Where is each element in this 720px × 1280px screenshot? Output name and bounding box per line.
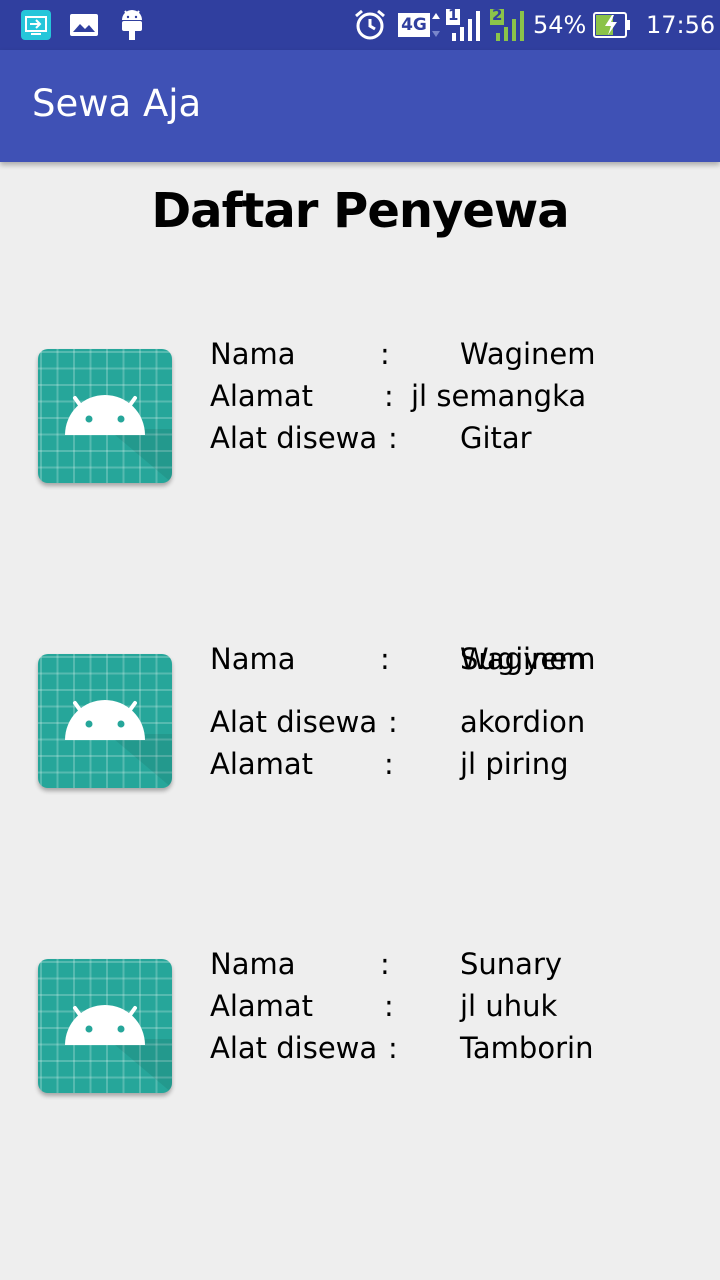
app-title: Sewa Aja: [32, 82, 202, 125]
battery-percent: 54%: [533, 11, 587, 39]
gallery-icon: [68, 0, 100, 50]
rented-item-value: akordion: [460, 705, 586, 739]
android-app-icon: [38, 349, 172, 483]
battery-charging-icon: [592, 0, 632, 50]
address-value: jl uhuk: [460, 989, 558, 1023]
address-label: Alamat: [210, 747, 314, 781]
address-separator: :: [384, 379, 394, 413]
rented-item-label: Alat disewa: [210, 421, 378, 455]
rented-item-separator: :: [388, 1031, 398, 1065]
rented-item-label: Alat disewa: [210, 705, 378, 739]
address-label: Alamat: [210, 989, 314, 1023]
list-item[interactable]: Nama : Waginem Sugiyem Alat disewa : ako…: [0, 640, 720, 790]
name-value: Sunary: [460, 947, 563, 981]
clock: 17:56: [646, 11, 716, 39]
address-separator: :: [384, 989, 394, 1023]
address-label: Alamat: [210, 379, 314, 413]
sim2-label: 2: [492, 6, 503, 24]
name-label: Nama: [210, 337, 296, 371]
address-value: jl semangka: [411, 379, 587, 413]
android-debug-icon: [118, 0, 146, 50]
app-bar: Sewa Aja: [0, 50, 720, 162]
rented-item-value: Gitar: [460, 421, 532, 455]
name-label: Nama: [210, 947, 296, 981]
android-app-icon: [38, 654, 172, 788]
name-value-overlap: Sugiyem: [460, 642, 587, 676]
screen-mirror-icon: [18, 0, 54, 50]
rented-item-label: Alat disewa: [210, 1031, 378, 1065]
status-bar: 4G 1 2 54% 17:56: [0, 0, 720, 50]
address-separator: :: [384, 747, 394, 781]
list-item[interactable]: Nama : Waginem Alamat : jl semangka Alat…: [0, 335, 720, 485]
name-separator: :: [380, 337, 390, 371]
address-value: jl piring: [460, 747, 569, 781]
android-app-icon: [38, 959, 172, 1093]
sim1-label: 1: [448, 6, 459, 24]
signal-sim1-icon: 1: [444, 0, 484, 50]
page-title: Daftar Penyewa: [151, 183, 569, 239]
alarm-icon: [352, 0, 388, 50]
signal-sim2-icon: 2: [488, 0, 528, 50]
name-separator: :: [380, 947, 390, 981]
name-label: Nama: [210, 642, 296, 676]
list-item[interactable]: Nama : Sunary Alamat : jl uhuk Alat dise…: [0, 945, 720, 1095]
network-type-badge: 4G: [397, 0, 431, 50]
name-separator: :: [380, 642, 390, 676]
data-arrows-icon: [430, 0, 442, 50]
name-value: Waginem: [460, 337, 596, 371]
rented-item-value: Tamborin: [460, 1031, 594, 1065]
rented-item-separator: :: [388, 705, 398, 739]
rented-item-separator: :: [388, 421, 398, 455]
network-type-label: 4G: [398, 13, 430, 37]
